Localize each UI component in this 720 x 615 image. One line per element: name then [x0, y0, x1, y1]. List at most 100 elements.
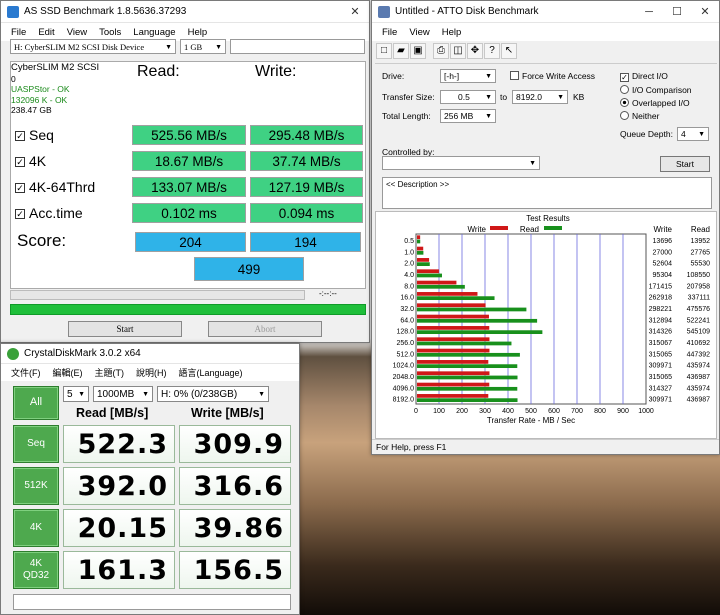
512k-button[interactable]: 512K [13, 467, 59, 505]
write-value-text: 13696 [653, 238, 673, 245]
app-icon [378, 5, 390, 18]
total-length-select[interactable]: 256 MB ▼ [440, 109, 496, 123]
checkbox[interactable]: ✓ [15, 209, 25, 219]
start-button[interactable]: Start [660, 156, 710, 172]
all-button[interactable]: All [13, 386, 59, 420]
transfer-to-select[interactable]: 8192.0 ▼ [512, 90, 568, 104]
start-button[interactable]: Start [68, 321, 182, 337]
menu-file[interactable]: 文件(F) [5, 366, 47, 379]
queue-depth-label: Queue Depth: [620, 129, 673, 139]
size-select[interactable]: 1000MB ▼ [93, 386, 153, 402]
menu-file[interactable]: File [376, 27, 403, 38]
x-tick-label: 200 [456, 408, 468, 415]
x-tick-label: 800 [594, 408, 606, 415]
menu-theme[interactable]: 主題(T) [89, 366, 131, 379]
io-mode-group: I/O Comparison Overlapped I/O Neither [614, 81, 714, 123]
comment-field[interactable] [13, 594, 291, 610]
minimize-icon[interactable]: ─ [635, 1, 663, 23]
description-field[interactable]: << Description >> [382, 177, 712, 209]
new-icon[interactable]: □ [376, 43, 392, 59]
bar-write [417, 314, 489, 319]
write-header: Write: [255, 63, 297, 80]
maximize-icon[interactable]: ☐ [663, 1, 691, 23]
menu-language[interactable]: Language [127, 27, 181, 38]
transfer-from-select[interactable]: 0.5 ▼ [440, 90, 496, 104]
4k-button[interactable]: 4K [13, 509, 59, 547]
bar-write [417, 269, 439, 274]
drive-model: CyberSLIM M2 SCSI [11, 62, 100, 73]
size-select[interactable]: 1 GB ▼ [180, 39, 226, 54]
seq-button[interactable]: Seq [13, 425, 59, 463]
queue-depth-select[interactable]: 4 ▼ [677, 127, 709, 141]
move-icon[interactable]: ✥ [467, 43, 483, 59]
read-value-text: 522241 [687, 317, 710, 324]
abort-button[interactable]: Abort [208, 321, 322, 337]
checkbox[interactable]: ✓ [15, 157, 25, 167]
close-icon[interactable]: ✕ [691, 1, 719, 23]
menu-edit[interactable]: Edit [32, 27, 60, 38]
menu-view[interactable]: View [61, 27, 93, 38]
menu-language[interactable]: 語言(Language) [173, 366, 249, 379]
seq-write-value: 295.48 MB/s [250, 125, 363, 145]
menu-edit[interactable]: 編輯(E) [47, 366, 89, 379]
menu-help[interactable]: 說明(H) [130, 366, 173, 379]
status-bar: For Help, press F1 [372, 439, 719, 454]
crystaldiskmark-window: CrystalDiskMark 3.0.2 x64 文件(F) 編輯(E) 主題… [0, 343, 300, 615]
test-label-4k64[interactable]: ✓ 4K-64Thrd [15, 179, 95, 195]
write-value-text: 52604 [653, 261, 673, 268]
progress-bar-empty [10, 290, 305, 300]
force-write-checkbox[interactable]: Force Write Access [510, 71, 595, 81]
open-icon[interactable]: ▰ [393, 43, 409, 59]
io-comparison-radio[interactable]: I/O Comparison [620, 85, 692, 95]
bar-read [417, 398, 518, 403]
bar-read [417, 352, 520, 357]
y-tick-label: 64.0 [400, 317, 414, 324]
neither-radio[interactable]: Neither [620, 111, 659, 121]
legend-write-swatch [490, 226, 508, 230]
menu-file[interactable]: File [5, 27, 32, 38]
print-icon[interactable]: ⎙ [433, 43, 449, 59]
menu-help[interactable]: Help [436, 27, 468, 38]
y-tick-label: 2.0 [404, 261, 414, 268]
drive-select[interactable]: [-h-] ▼ [440, 69, 496, 83]
seq-write-value: 309.9 [179, 425, 291, 463]
window-title: CrystalDiskMark 3.0.2 x64 [24, 348, 141, 359]
help-icon[interactable]: ? [484, 43, 500, 59]
menu-help[interactable]: Help [182, 27, 214, 38]
extra-field[interactable] [230, 39, 365, 54]
read-value-text: 337111 [688, 295, 710, 302]
4k-write-value: 39.86 [179, 509, 291, 547]
read-value-text: 108550 [687, 272, 710, 279]
menu-view[interactable]: View [403, 27, 435, 38]
bar-write [417, 382, 490, 387]
runs-select[interactable]: 5 ▼ [63, 386, 89, 402]
preview-icon[interactable]: ◫ [450, 43, 466, 59]
write-value-text: 314327 [649, 385, 672, 392]
write-value-text: 171415 [649, 283, 672, 290]
legend-read-label: Read [520, 225, 539, 234]
x-tick-label: 700 [571, 408, 583, 415]
checkbox[interactable]: ✓ [15, 183, 25, 193]
save-icon[interactable]: ▣ [410, 43, 426, 59]
checkbox[interactable]: ✓ [15, 131, 25, 141]
chevron-down-icon: ▼ [485, 112, 492, 120]
4k-qd32-button[interactable]: 4K QD32 [13, 551, 59, 589]
bar-read [417, 262, 430, 267]
overlapped-io-radio[interactable]: Overlapped I/O [620, 98, 690, 108]
test-label-seq[interactable]: ✓ Seq [15, 127, 54, 143]
test-label-acc[interactable]: ✓ Acc.time [15, 205, 83, 221]
drive-capacity: 238.47 GB [11, 105, 52, 115]
cdm-titlebar: CrystalDiskMark 3.0.2 x64 [1, 344, 299, 364]
4k64-write-value: 127.19 MB/s [250, 177, 363, 197]
drive-select[interactable]: H: 0% (0/238GB) ▼ [157, 386, 269, 402]
y-tick-label: 8.0 [404, 283, 414, 290]
test-label-4k[interactable]: ✓ 4K [15, 153, 46, 169]
context-help-icon[interactable]: ↖ [501, 43, 517, 59]
4k64-read-value: 133.07 MB/s [132, 177, 246, 197]
y-tick-label: 8192.0 [393, 397, 415, 404]
read-value-text: 475576 [687, 306, 710, 313]
close-icon[interactable]: ✕ [341, 1, 369, 23]
menu-tools[interactable]: Tools [93, 27, 127, 38]
drive-select[interactable]: H: CyberSLIM M2 SCSI Disk Device ▼ [10, 39, 176, 54]
controlled-by-select[interactable]: ▼ [382, 156, 540, 170]
